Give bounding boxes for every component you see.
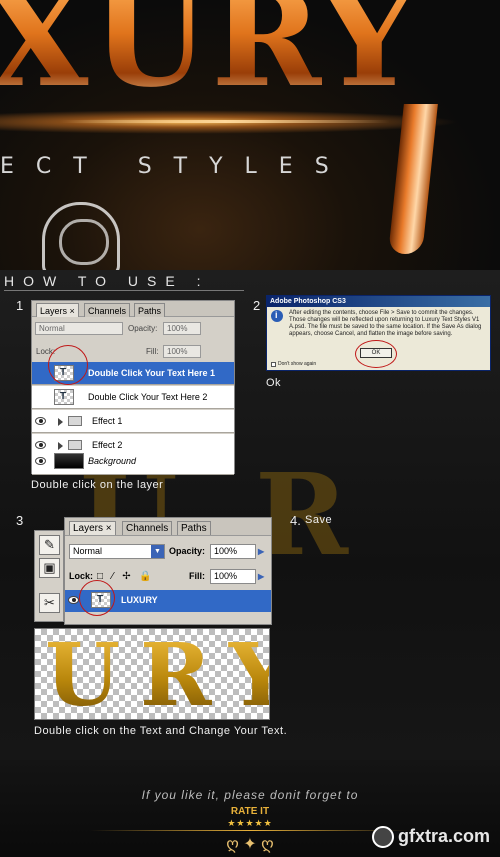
- eye-icon[interactable]: [35, 441, 46, 449]
- preview-text: URY: [45, 629, 269, 719]
- hero-banner: XURY ECT STYLES: [0, 0, 500, 270]
- fill-arrow-icon[interactable]: ▶: [258, 569, 264, 584]
- opacity-arrow-icon[interactable]: ▶: [258, 544, 264, 559]
- opacity-label: Opacity:: [169, 546, 206, 556]
- opacity-input[interactable]: 100%: [210, 544, 256, 559]
- lock-icons[interactable]: □ ⁄ ✢ 🔒: [97, 570, 155, 583]
- brush-tool-icon[interactable]: ✎: [39, 535, 60, 555]
- tools-palette: ✎ ▣ ✂: [34, 530, 64, 622]
- info-icon: [271, 310, 283, 322]
- step-number-1: 1: [16, 298, 24, 313]
- step4-caption: Save: [305, 514, 333, 526]
- layer-row-text2[interactable]: Double Click Your Text Here 2: [32, 386, 234, 409]
- text-layer-thumbnail: [54, 389, 74, 405]
- expand-triangle-icon[interactable]: [58, 442, 63, 450]
- layer-name: LUXURY: [121, 595, 158, 605]
- expand-triangle-icon[interactable]: [58, 418, 63, 426]
- fill-label: Fill:: [189, 571, 205, 581]
- text-preview-canvas: URY: [34, 628, 270, 720]
- eye-icon[interactable]: [35, 457, 46, 465]
- dialog-message: After editing the contents, choose File …: [289, 310, 482, 337]
- chevron-down-icon[interactable]: ▼: [151, 545, 164, 558]
- opacity-input[interactable]: 100%: [163, 322, 201, 335]
- rate-it-label: RATE IT: [230, 806, 270, 817]
- fill-label: Fill:: [146, 347, 159, 356]
- watermark-logo-icon: [371, 826, 394, 848]
- tab-channels[interactable]: Channels: [84, 303, 131, 317]
- layers-panel-step3: Layers × Channels Paths Normal ▼ Opacity…: [64, 517, 272, 625]
- layer-name: Effect 1: [92, 416, 123, 426]
- fill-input[interactable]: 100%: [163, 345, 201, 358]
- step3-caption: Double click on the Text and Change Your…: [34, 725, 288, 737]
- panel-tabs: Layers × Channels Paths: [32, 301, 234, 317]
- highlight-circle: [79, 580, 115, 616]
- photoshop-dialog: Adobe Photoshop CS3 After editing the co…: [266, 295, 491, 371]
- blend-mode-value: Normal: [73, 546, 103, 556]
- scissors-tool-icon[interactable]: ✂: [39, 593, 60, 613]
- layers-panel-step1: Layers × Channels Paths Normal Opacity: …: [31, 300, 235, 475]
- layer-name: Double Click Your Text Here 2: [88, 392, 208, 402]
- dialog-title: Adobe Photoshop CS3: [267, 296, 490, 307]
- tab-layers[interactable]: Layers ×: [69, 521, 116, 535]
- how-to-use-heading: HOW TO USE :: [4, 273, 244, 291]
- fill-input[interactable]: 100%: [210, 569, 256, 584]
- blend-mode-select[interactable]: Normal ▼: [69, 544, 165, 559]
- gold-divider: [90, 830, 410, 831]
- blend-mode-select[interactable]: Normal: [35, 322, 123, 335]
- eye-icon[interactable]: [35, 417, 46, 425]
- watermark-text: gfxtra.com: [397, 826, 490, 846]
- tab-channels[interactable]: Channels: [122, 521, 173, 535]
- image-tool-icon[interactable]: ▣: [39, 558, 60, 578]
- dont-show-checkbox[interactable]: [271, 362, 276, 367]
- layer-row-effect1[interactable]: Effect 1: [32, 410, 234, 433]
- step-number-4: 4.: [290, 513, 301, 528]
- decorative-logo-outline: [42, 202, 120, 270]
- footer-message: If you like it, please donit forget to: [141, 788, 359, 802]
- tab-layers[interactable]: Layers ×: [36, 303, 79, 317]
- layer-name: Background: [88, 456, 137, 466]
- layer-name: Effect 2: [92, 440, 123, 450]
- highlight-circle: [355, 340, 397, 368]
- folder-icon: [68, 416, 82, 426]
- footer: If you like it, please donit forget to R…: [0, 760, 500, 857]
- step-number-2: 2: [253, 298, 261, 313]
- highlight-circle: [48, 345, 88, 385]
- tab-paths[interactable]: Paths: [134, 303, 166, 317]
- banner-title: XURY: [0, 0, 419, 106]
- watermark: gfxtra.com: [371, 826, 490, 848]
- step2-caption: Ok: [266, 377, 282, 389]
- panel-tabs: Layers × Channels Paths: [65, 518, 271, 536]
- folder-icon: [68, 440, 82, 450]
- background-thumbnail: [54, 453, 84, 469]
- banner-subtitle: ECT STYLES: [0, 154, 351, 179]
- step-number-3: 3: [16, 513, 24, 528]
- opacity-label: Opacity:: [128, 324, 158, 333]
- step1-caption: Double click on the layer: [31, 479, 164, 491]
- eye-icon[interactable]: [68, 596, 79, 604]
- layer-name: Double Click Your Text Here 1: [88, 368, 216, 378]
- tab-paths[interactable]: Paths: [177, 521, 211, 535]
- light-flare: [60, 120, 390, 123]
- checkbox-label: Don't show again: [278, 361, 317, 367]
- layer-row-background[interactable]: Background: [32, 450, 234, 475]
